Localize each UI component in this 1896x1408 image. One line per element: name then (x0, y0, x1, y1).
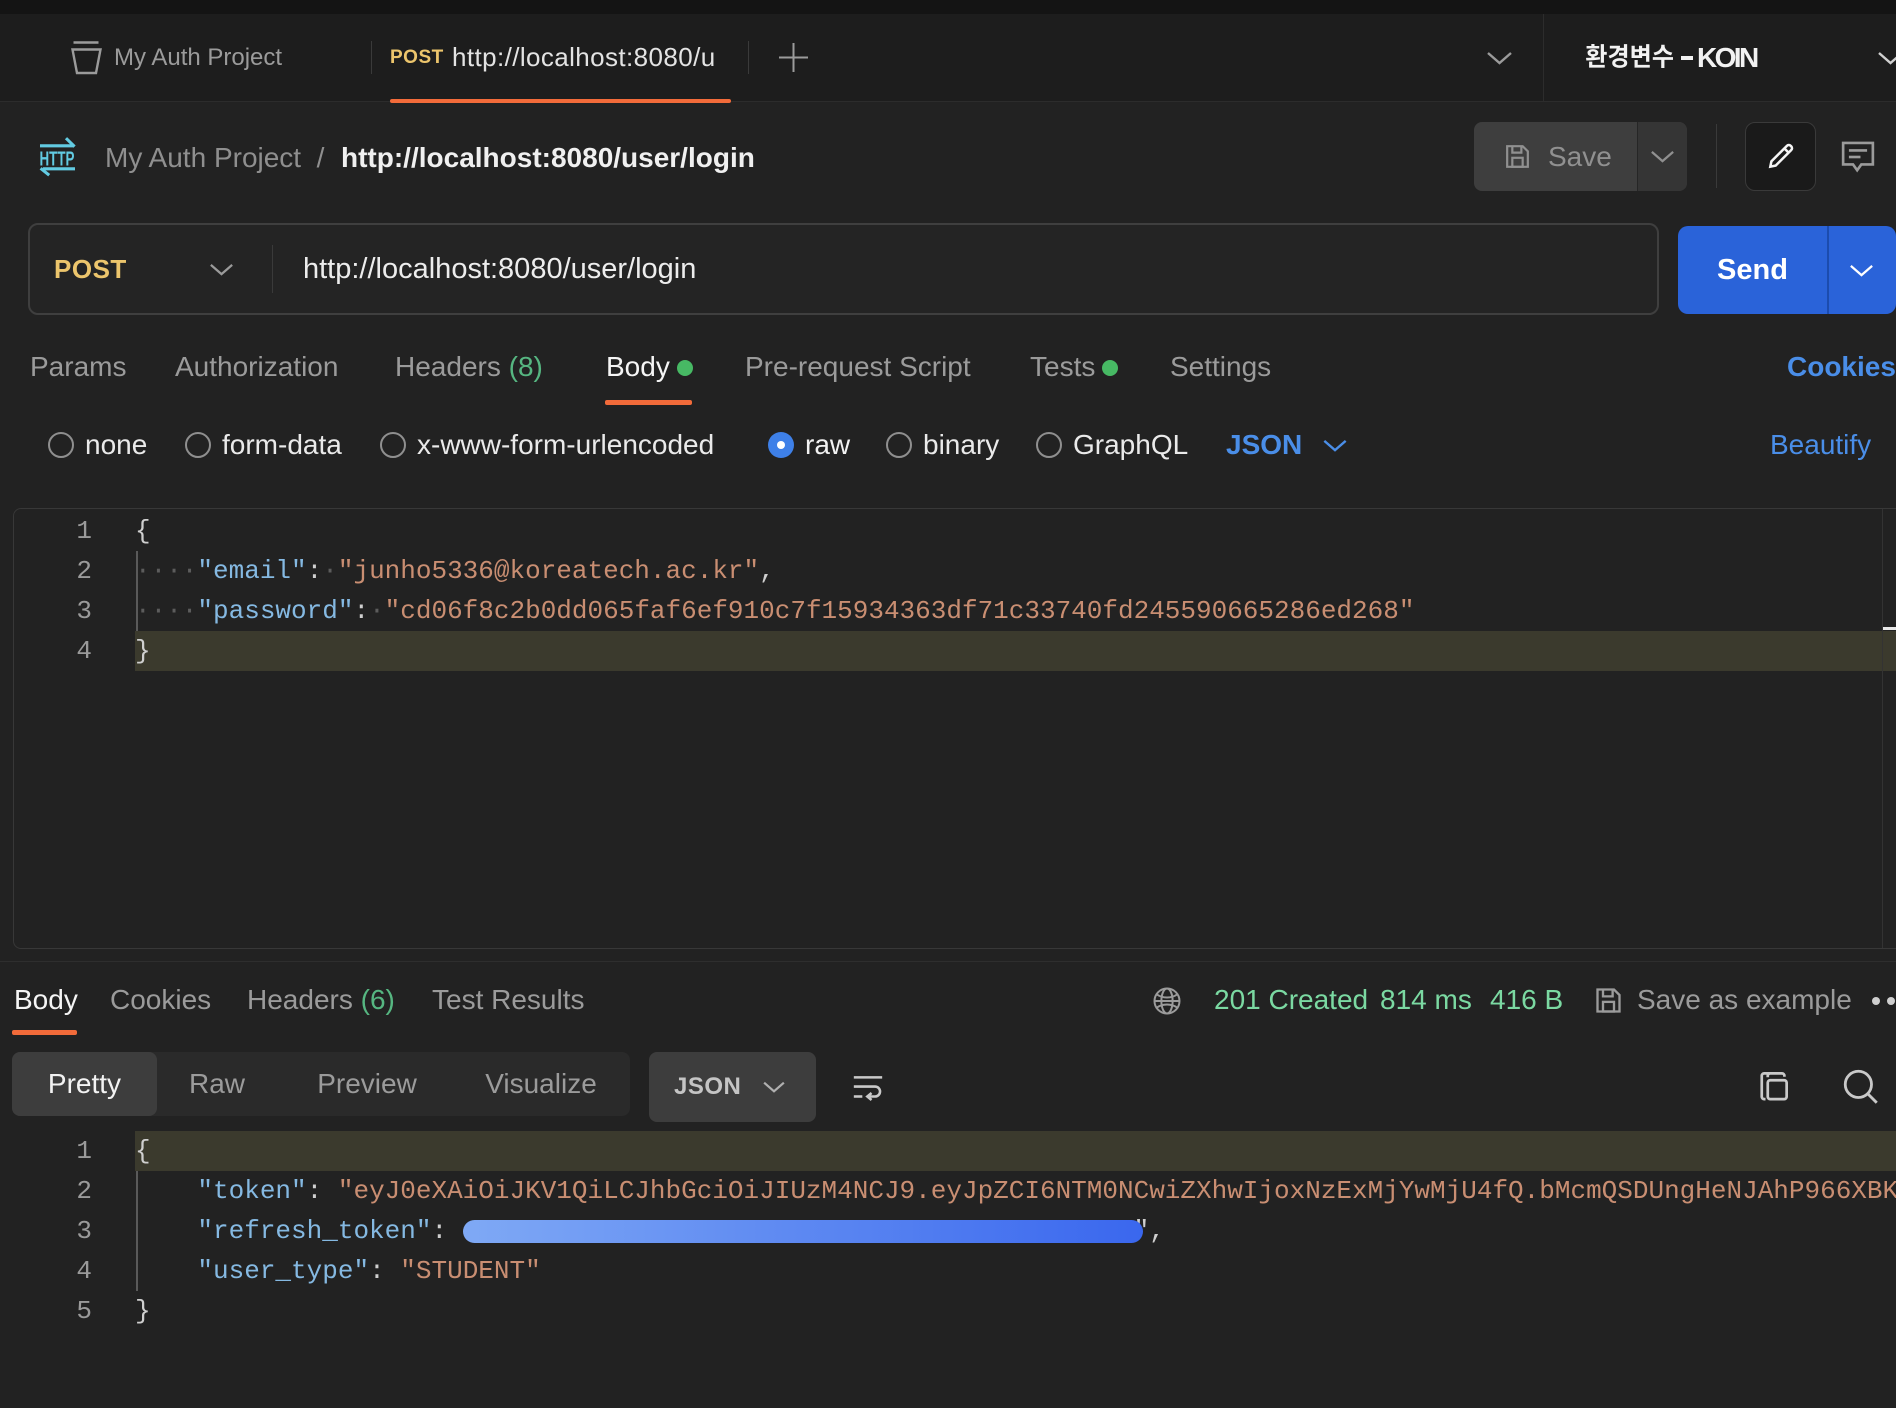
svg-text:HTTP: HTTP (40, 148, 75, 171)
